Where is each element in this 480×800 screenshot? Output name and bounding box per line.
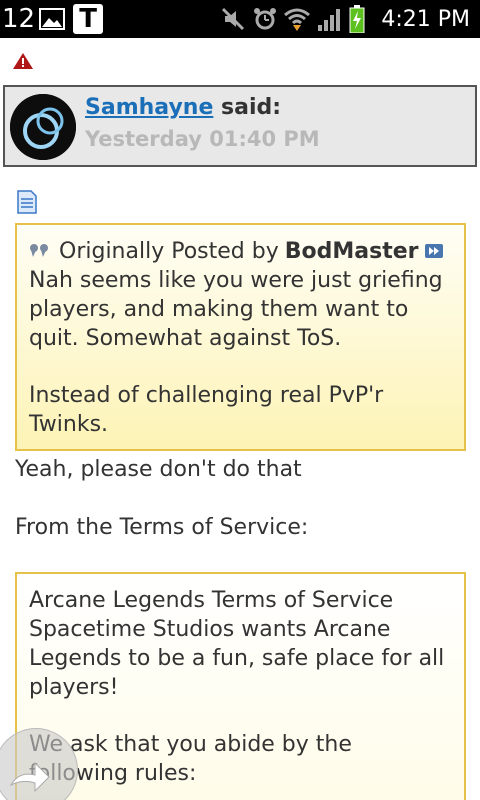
- notification-count: 12: [2, 4, 36, 34]
- mute-icon: [221, 7, 247, 31]
- quote-paragraph: Arcane Legends Terms of Service Spacetim…: [29, 588, 445, 700]
- battery-charging-icon: [349, 5, 365, 33]
- signal-icon: [317, 7, 343, 31]
- author-link[interactable]: Samhayne: [85, 95, 213, 120]
- said-label: said:: [221, 95, 282, 120]
- post-body-line: From the Terms of Service:: [15, 515, 309, 540]
- alarm-icon: [253, 7, 277, 31]
- quote-icon: [29, 237, 51, 266]
- quote-box: Arcane Legends Terms of Service Spacetim…: [15, 572, 466, 800]
- quote-paragraph: Instead of challenging real PvP'r Twinks…: [29, 383, 384, 437]
- wifi-icon: [283, 7, 311, 31]
- quote-header: Originally Posted by BodMaster: [29, 237, 452, 266]
- post-timestamp: Yesterday 01:40 PM: [85, 127, 320, 151]
- status-time: 4:21 PM: [381, 6, 470, 32]
- back-button[interactable]: [0, 728, 78, 800]
- author-line: Samhayne said:: [85, 95, 281, 120]
- quote-paragraph: We ask that you abide by the following r…: [29, 732, 352, 786]
- quoted-author: BodMaster: [284, 239, 419, 264]
- originally-posted-label: Originally Posted by: [59, 239, 279, 264]
- status-bar: 12 T 4:21 PM: [0, 0, 480, 38]
- view-post-icon[interactable]: [424, 237, 443, 266]
- quote-paragraph: Nah seems like you were just griefing pl…: [29, 268, 443, 351]
- tapatalk-icon: T: [73, 4, 104, 34]
- document-icon[interactable]: [16, 190, 38, 214]
- avatar[interactable]: [10, 94, 76, 160]
- quote-box: Originally Posted by BodMaster Nah seems…: [15, 223, 466, 451]
- post-header: Samhayne said: Yesterday 01:40 PM: [3, 85, 477, 167]
- warning-icon[interactable]: [12, 52, 34, 70]
- post-body-line: Yeah, please don't do that: [15, 457, 302, 482]
- gallery-icon: [39, 8, 66, 30]
